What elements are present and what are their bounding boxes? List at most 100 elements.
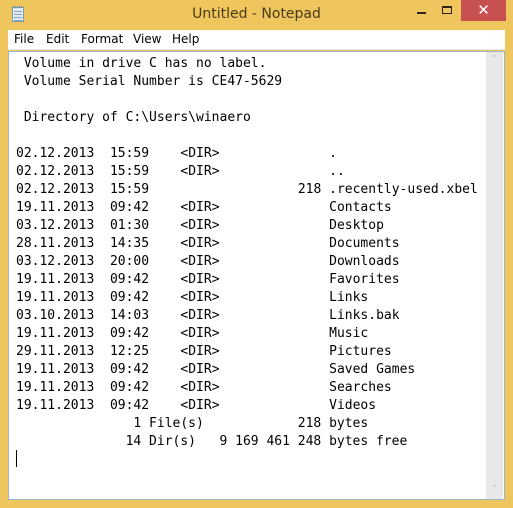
entry-name: Music bbox=[329, 326, 369, 341]
entry-date: 02.12.2013 bbox=[16, 164, 95, 179]
entry-type: <DIR> bbox=[180, 164, 220, 179]
listing-row: 02.12.2013 15:59 <DIR> . bbox=[16, 146, 337, 161]
menu-bar: File Edit Format View Help bbox=[8, 30, 505, 50]
entry-size bbox=[298, 164, 321, 179]
listing-row: 19.11.2013 09:42 <DIR> Contacts bbox=[16, 200, 392, 215]
entry-type: <DIR> bbox=[180, 398, 220, 413]
entry-name: Saved Games bbox=[329, 362, 416, 377]
entry-name: Desktop bbox=[329, 218, 384, 233]
menu-file[interactable]: File bbox=[14, 32, 34, 46]
entry-time: 09:42 bbox=[109, 272, 150, 287]
entry-date: 19.11.2013 bbox=[16, 362, 95, 377]
entry-name: Favorites bbox=[329, 272, 400, 287]
entry-size bbox=[298, 236, 321, 251]
entry-date: 19.11.2013 bbox=[16, 380, 95, 395]
entry-size bbox=[298, 362, 321, 377]
entry-time: 09:42 bbox=[109, 398, 150, 413]
entry-size bbox=[298, 308, 321, 323]
entry-type: <DIR> bbox=[180, 254, 220, 269]
notepad-window: Untitled - Notepad ✕ File Edit Format Vi… bbox=[0, 0, 513, 508]
listing-row: 19.11.2013 09:42 <DIR> Music bbox=[16, 326, 368, 341]
entry-type: <DIR> bbox=[180, 290, 220, 305]
entry-time: 01:30 bbox=[109, 218, 150, 233]
minimize-button[interactable] bbox=[408, 0, 434, 21]
entry-time: 09:42 bbox=[109, 380, 150, 395]
menu-format[interactable]: Format bbox=[81, 32, 123, 46]
entry-date: 19.11.2013 bbox=[16, 200, 95, 215]
entry-size bbox=[298, 272, 321, 287]
menu-help[interactable]: Help bbox=[172, 32, 199, 46]
menu-edit[interactable]: Edit bbox=[46, 32, 69, 46]
entry-type: <DIR> bbox=[180, 200, 220, 215]
listing-row: 28.11.2013 14:35 <DIR> Documents bbox=[16, 236, 400, 251]
entry-time: 09:42 bbox=[109, 200, 150, 215]
entry-time: 14:35 bbox=[109, 236, 150, 251]
scroll-down-arrow-icon[interactable]: ˅ bbox=[486, 482, 503, 499]
entry-size bbox=[298, 146, 321, 161]
entry-type: <DIR> bbox=[180, 308, 220, 323]
scroll-up-arrow-icon[interactable]: ˄ bbox=[486, 52, 503, 69]
entry-type bbox=[180, 182, 219, 197]
entry-type: <DIR> bbox=[180, 326, 220, 341]
entry-type: <DIR> bbox=[180, 344, 220, 359]
entry-name: Downloads bbox=[329, 254, 400, 269]
entry-type: <DIR> bbox=[180, 218, 220, 233]
entry-date: 03.10.2013 bbox=[16, 308, 95, 323]
listing-row: 19.11.2013 09:42 <DIR> Saved Games bbox=[16, 362, 415, 377]
entry-type: <DIR> bbox=[180, 272, 220, 287]
entry-date: 29.11.2013 bbox=[16, 344, 95, 359]
entry-date: 28.11.2013 bbox=[16, 236, 95, 251]
entry-size bbox=[298, 344, 321, 359]
close-button[interactable]: ✕ bbox=[461, 0, 506, 21]
listing-row: 19.11.2013 09:42 <DIR> Favorites bbox=[16, 272, 400, 287]
entry-time: 14:03 bbox=[109, 308, 150, 323]
listing-row: 03.12.2013 01:30 <DIR> Desktop bbox=[16, 218, 384, 233]
entry-size bbox=[298, 218, 321, 233]
text-editor[interactable]: Volume in drive C has no label. Volume S… bbox=[8, 51, 505, 500]
entry-date: 03.12.2013 bbox=[16, 218, 95, 233]
close-icon: ✕ bbox=[477, 1, 490, 19]
entry-type: <DIR> bbox=[180, 380, 220, 395]
entry-size bbox=[298, 200, 321, 215]
entry-date: 03.12.2013 bbox=[16, 254, 95, 269]
entry-date: 02.12.2013 bbox=[16, 146, 95, 161]
entry-size bbox=[298, 290, 321, 305]
header-line: Directory of C:\Users\winaero bbox=[16, 110, 251, 125]
entry-date: 19.11.2013 bbox=[16, 398, 95, 413]
entry-type: <DIR> bbox=[180, 146, 220, 161]
listing-row: 19.11.2013 09:42 <DIR> Searches bbox=[16, 380, 392, 395]
title-bar[interactable]: Untitled - Notepad ✕ bbox=[0, 0, 513, 30]
entry-size bbox=[298, 398, 321, 413]
entry-name: . bbox=[329, 146, 337, 161]
entry-name: Links bbox=[329, 290, 369, 305]
menu-view[interactable]: View bbox=[133, 32, 161, 46]
entry-size bbox=[298, 254, 321, 269]
maximize-button[interactable] bbox=[434, 0, 460, 21]
entry-size: 218 bbox=[297, 182, 322, 197]
entry-size bbox=[298, 326, 321, 341]
header-line: Volume in drive C has no label. bbox=[16, 56, 267, 71]
listing-row: 19.11.2013 09:42 <DIR> Links bbox=[16, 290, 368, 305]
entry-time: 09:42 bbox=[109, 362, 150, 377]
listing-row: 03.10.2013 14:03 <DIR> Links.bak bbox=[16, 308, 400, 323]
listing-row: 19.11.2013 09:42 <DIR> Videos bbox=[16, 398, 376, 413]
entry-type: <DIR> bbox=[180, 362, 220, 377]
entry-time: 15:59 bbox=[109, 164, 150, 179]
entry-time: 09:42 bbox=[109, 290, 150, 305]
entry-time: 12:25 bbox=[109, 344, 150, 359]
header-line: Volume Serial Number is CE47-5629 bbox=[16, 74, 283, 89]
entry-date: 19.11.2013 bbox=[16, 272, 95, 287]
vertical-scrollbar[interactable]: ˄ ˅ bbox=[486, 52, 503, 499]
entry-type: <DIR> bbox=[180, 236, 220, 251]
entry-name: Contacts bbox=[329, 200, 392, 215]
entry-time: 15:59 bbox=[109, 182, 150, 197]
listing-row: 29.11.2013 12:25 <DIR> Pictures bbox=[16, 344, 392, 359]
entry-time: 20:00 bbox=[109, 254, 150, 269]
entry-time: 09:42 bbox=[109, 326, 150, 341]
entry-name: Videos bbox=[329, 398, 377, 413]
document-text[interactable]: Volume in drive C has no label. Volume S… bbox=[16, 55, 478, 451]
entry-date: 19.11.2013 bbox=[16, 290, 95, 305]
listing-row: 02.12.2013 15:59 218 .recently-used.xbel bbox=[16, 182, 478, 197]
listing-row: 03.12.2013 20:00 <DIR> Downloads bbox=[16, 254, 400, 269]
entry-size bbox=[298, 380, 321, 395]
